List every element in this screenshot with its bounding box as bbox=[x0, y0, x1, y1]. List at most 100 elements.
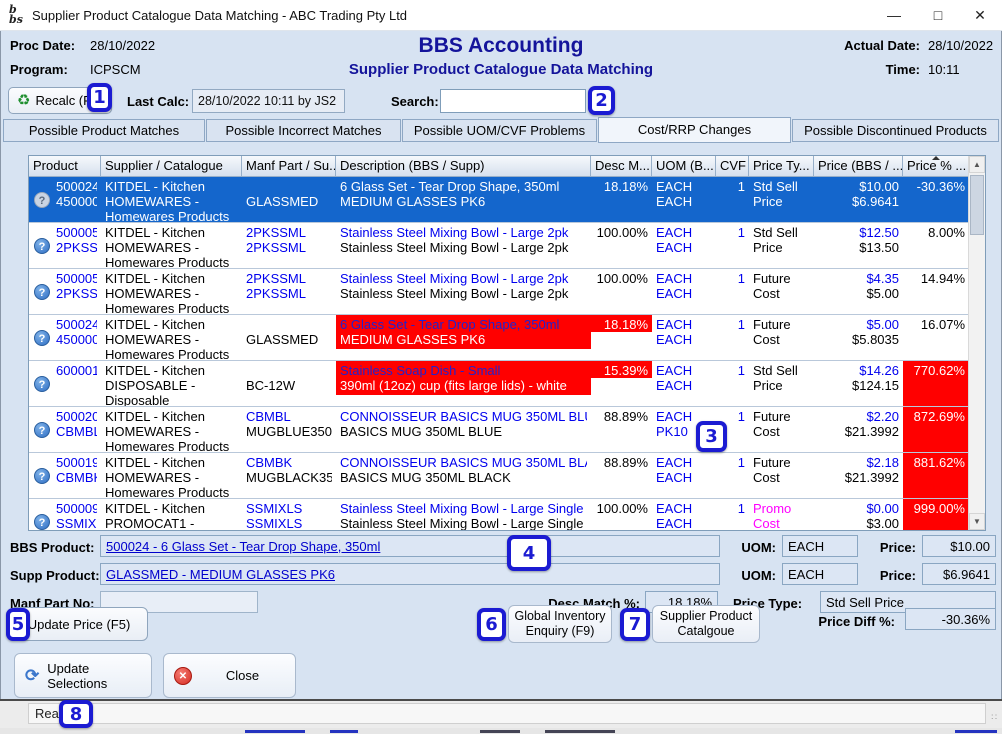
maximize-button[interactable]: □ bbox=[918, 0, 958, 30]
actual-date-value: 28/10/2022 bbox=[928, 38, 993, 53]
close-button[interactable]: ✕ bbox=[960, 0, 1000, 30]
tab-possible-discontinued-products[interactable]: Possible Discontinued Products bbox=[792, 119, 999, 142]
supp-product-link[interactable]: GLASSMED - MEDIUM GLASSES PK6 bbox=[106, 567, 335, 582]
results-table: ProductSupplier / CatalogueManf Part / S… bbox=[28, 155, 986, 531]
column-header[interactable]: CVF bbox=[716, 156, 749, 177]
table-row[interactable]: ?5000052PKSSMLKITDEL - KitchenHOMEWARES … bbox=[29, 223, 969, 269]
row-help-icon[interactable]: ? bbox=[34, 330, 50, 346]
cell-price-pct: 872.69% bbox=[903, 407, 969, 452]
supp-product-field: GLASSMED - MEDIUM GLASSES PK6 bbox=[100, 563, 720, 585]
table-row[interactable]: ?500009SSMIXLSKITDEL - KitchenPROMOCAT1 … bbox=[29, 499, 969, 531]
close-circle-icon: ✕ bbox=[174, 667, 192, 685]
column-header[interactable]: Price (BBS / ... bbox=[814, 156, 903, 177]
column-header[interactable]: Supplier / Catalogue bbox=[101, 156, 242, 177]
cell-price-pct: 14.94% bbox=[903, 269, 969, 314]
tab-possible-product-matches[interactable]: Possible Product Matches bbox=[3, 119, 205, 142]
tab-possible-incorrect-matches[interactable]: Possible Incorrect Matches bbox=[206, 119, 401, 142]
tab-cost-rrp-changes[interactable]: Cost/RRP Changes bbox=[598, 117, 791, 143]
row-help-icon[interactable]: ? bbox=[34, 468, 50, 484]
time-label: Time: bbox=[835, 62, 920, 77]
supp-product-label: Supp Product: bbox=[10, 568, 100, 583]
cell-supplier: KITDEL - KitchenHOMEWARES -Homewares Pro… bbox=[101, 269, 242, 314]
column-header[interactable]: Price Ty... bbox=[749, 156, 814, 177]
cell-cvf: 1 bbox=[716, 177, 749, 222]
refresh-icon: ⟳ bbox=[25, 666, 39, 686]
cell-uom: EACHEACH bbox=[652, 499, 716, 531]
cell-uom: EACHEACH bbox=[652, 453, 716, 498]
cell-manf-part: SSMIXLSSSMIXLS bbox=[242, 499, 336, 531]
cell-supplier: KITDEL - KitchenHOMEWARES -Homewares Pro… bbox=[101, 223, 242, 268]
column-header[interactable]: Manf Part / Su... bbox=[242, 156, 336, 177]
row-help-icon[interactable]: ? bbox=[34, 238, 50, 254]
column-header[interactable]: UOM (B... bbox=[652, 156, 716, 177]
vertical-scrollbar[interactable]: ▲ ▼ bbox=[968, 156, 985, 530]
column-header[interactable]: Product bbox=[29, 156, 101, 177]
table-row[interactable]: ?600001 KITDEL - KitchenDISPOSABLE -Disp… bbox=[29, 361, 969, 407]
minimize-button[interactable]: — bbox=[874, 0, 914, 30]
cell-price: $2.18$21.3992 bbox=[814, 453, 903, 498]
cell-manf-part: 2PKSSML2PKSSML bbox=[242, 269, 336, 314]
price-diff-field: -30.36% bbox=[905, 608, 996, 630]
table-row[interactable]: ?50002445000024KITDEL - KitchenHOMEWARES… bbox=[29, 315, 969, 361]
close-dialog-button[interactable]: ✕ Close bbox=[163, 653, 296, 698]
scroll-up-icon[interactable]: ▲ bbox=[969, 156, 985, 173]
column-header[interactable]: Price % ... bbox=[903, 156, 969, 177]
update-selections-button[interactable]: ⟳ Update Selections bbox=[14, 653, 152, 698]
cell-manf-part: GLASSMED bbox=[242, 315, 336, 360]
global-inventory-label-1: Global Inventory bbox=[514, 609, 605, 624]
annotation-marker-2: 2 bbox=[588, 86, 615, 115]
cell-price: $4.35$5.00 bbox=[814, 269, 903, 314]
row-help-icon[interactable]: ? bbox=[34, 284, 50, 300]
search-input[interactable] bbox=[440, 89, 586, 113]
sort-asc-icon bbox=[932, 156, 940, 160]
cell-price-pct: 770.62% bbox=[903, 361, 969, 406]
cell-manf-part: 2PKSSML2PKSSML bbox=[242, 223, 336, 268]
scroll-down-icon[interactable]: ▼ bbox=[969, 513, 985, 530]
table-row[interactable]: ?500019CBMBKKITDEL - KitchenHOMEWARES -H… bbox=[29, 453, 969, 499]
cell-uom: EACHEACH bbox=[652, 361, 716, 406]
cell-price-type: FutureCost bbox=[749, 453, 814, 498]
uom-supp-label: UOM: bbox=[728, 568, 776, 583]
uom-supp-field: EACH bbox=[782, 563, 858, 585]
resize-grip[interactable]: ∷ bbox=[991, 712, 998, 723]
cell-desc-match: 88.89% bbox=[591, 407, 652, 452]
cell-uom: EACHEACH bbox=[652, 315, 716, 360]
update-price-button[interactable]: Update Price (F5) bbox=[10, 607, 148, 641]
row-help-icon[interactable]: ? bbox=[34, 376, 50, 392]
cell-desc-match: 18.18% bbox=[591, 177, 652, 222]
table-row[interactable]: ?500020CBMBLKITDEL - KitchenHOMEWARES -H… bbox=[29, 407, 969, 453]
supplier-catalogue-button[interactable]: Supplier Product Catalgoue bbox=[652, 605, 760, 643]
cell-price: $2.20$21.3992 bbox=[814, 407, 903, 452]
annotation-marker-5: 5 bbox=[6, 608, 30, 641]
tab-possible-uom-cvf-problems[interactable]: Possible UOM/CVF Problems bbox=[402, 119, 597, 142]
cell-manf-part: BC-12W bbox=[242, 361, 336, 406]
cell-price: $0.00$3.00 bbox=[814, 499, 903, 531]
column-header[interactable]: Desc M... bbox=[591, 156, 652, 177]
annotation-marker-6: 6 bbox=[477, 608, 506, 641]
row-help-icon[interactable]: ? bbox=[34, 422, 50, 438]
global-inventory-button[interactable]: Global Inventory Enquiry (F9) bbox=[508, 605, 612, 643]
cell-price-type: Std SellPrice bbox=[749, 361, 814, 406]
table-row[interactable]: ?50002445000024KITDEL - KitchenHOMEWARES… bbox=[29, 177, 969, 223]
cell-price: $10.00$6.9641 bbox=[814, 177, 903, 222]
cell-description: 6 Glass Set - Tear Drop Shape, 350mlMEDI… bbox=[336, 177, 591, 222]
price-supp-label: Price: bbox=[862, 568, 916, 583]
bbs-product-link[interactable]: 500024 - 6 Glass Set - Tear Drop Shape, … bbox=[106, 539, 380, 554]
table-body: ?50002445000024KITDEL - KitchenHOMEWARES… bbox=[29, 177, 969, 531]
table-row[interactable]: ?5000052PKSSMLKITDEL - KitchenHOMEWARES … bbox=[29, 269, 969, 315]
last-calc-field: 28/10/2022 10:11 by JS2 bbox=[192, 89, 345, 113]
cell-desc-match: 88.89% bbox=[591, 453, 652, 498]
price-bbs-field: $10.00 bbox=[922, 535, 996, 557]
last-calc-label: Last Calc: bbox=[127, 94, 189, 109]
time-value: 10:11 bbox=[928, 62, 960, 77]
cell-description: Stainless Soap Dish - Small390ml (12oz) … bbox=[336, 361, 591, 406]
cell-manf-part: CBMBKMUGBLACK350 bbox=[242, 453, 336, 498]
cell-desc-match: 100.00% bbox=[591, 223, 652, 268]
app-icon: bbs bbox=[9, 5, 29, 25]
cell-price: $5.00$5.8035 bbox=[814, 315, 903, 360]
column-header[interactable]: Description (BBS / Supp) bbox=[336, 156, 591, 177]
close-label: Close bbox=[200, 668, 285, 683]
row-help-icon[interactable]: ? bbox=[34, 514, 50, 530]
scroll-thumb[interactable] bbox=[970, 175, 984, 235]
row-help-icon[interactable]: ? bbox=[34, 192, 50, 208]
